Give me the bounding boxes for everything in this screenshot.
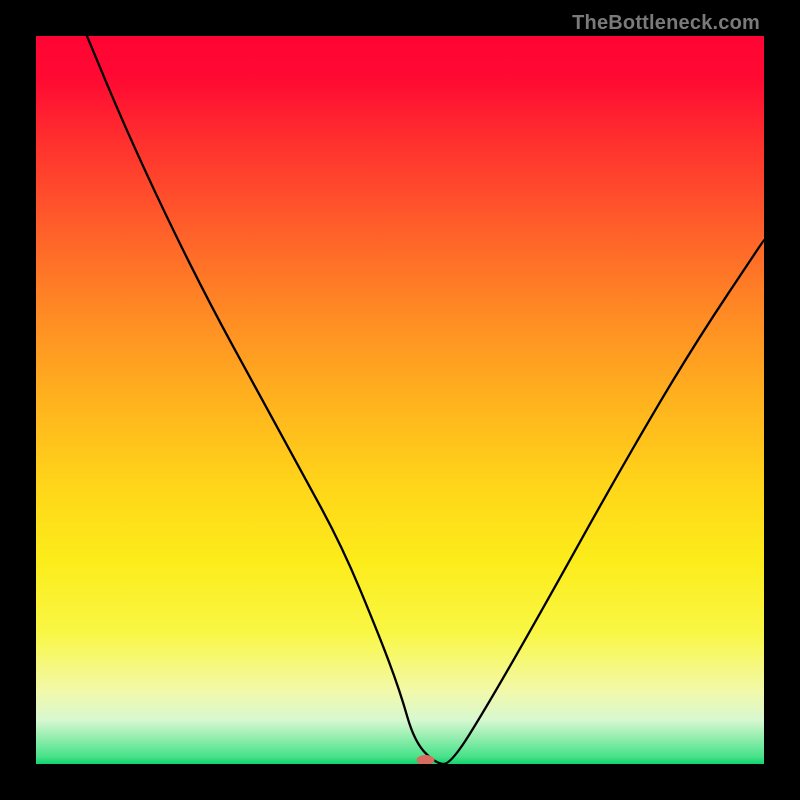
bottleneck-curve <box>87 36 764 764</box>
optimal-marker <box>416 755 434 764</box>
chart-frame: TheBottleneck.com <box>0 0 800 800</box>
curve-layer <box>36 36 764 764</box>
plot-area <box>36 36 764 764</box>
watermark-text: TheBottleneck.com <box>572 12 760 35</box>
